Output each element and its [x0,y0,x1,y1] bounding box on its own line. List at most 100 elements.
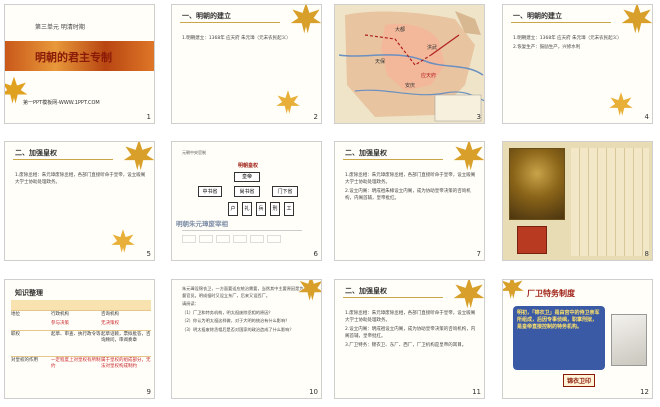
slide-thumbnail-9[interactable]: 知识整理 地位 行政机构 咨询机构 参与决策 无决策权 职权 起草、审查、执行政… [4,279,155,399]
slide-thumbnail-1[interactable]: 第三单元 明清时期 明朝的君主专制 第一PPT模板网-WWW.1PPT.COM … [4,4,155,124]
slide-title: 二、加强皇权 [345,149,387,157]
ministry-box: 尚书省 [234,186,260,197]
chart-caption: 明朝朱元璋废宰相 [176,220,228,228]
title-underline [343,297,443,298]
department-box: 礼 [242,202,252,216]
slide-number: 1 [146,113,151,121]
lower-chart [182,230,302,254]
slide-1-footer: 第一PPT模板网-WWW.1PPT.COM [23,100,100,106]
map-label: 大都 [395,26,405,33]
seal-image [611,314,647,366]
chart-title: 元朝中央官制 [182,150,206,155]
comparison-table: 地位 行政机构 咨询机构 参与决策 无决策权 职权 起草、审查、执行政令等 起草… [11,300,151,392]
slide-body: 1.废除丞相：朱元璋废除丞相，各部门直接听命于皇帝，设立殿阁大学士协助处理政务。… [345,172,476,204]
maple-leaf-icon [5,75,29,105]
maple-leaf-icon [275,89,301,115]
ministry-box: 门下省 [272,186,298,197]
body-line: （3）明太祖废除丞相后是否对国家的政治造成了什么影响？ [182,326,294,332]
maple-leaf-icon [289,5,321,35]
slide-number: 12 [640,388,649,396]
slide-body: 1.明朝建立：1368年 应天府 朱元璋（元末农民起义） 2.恢复生产：鼓励生产… [513,35,644,53]
body-line: 1.废除丞相：朱元璋废除丞相，各部门直接听命于皇帝，设立殿阁大学士协助处理政务。 [345,173,476,185]
slide-thumbnail-6[interactable]: 元朝中央官制 明朝皇权 皇帝 中书省 尚书省 门下省 户 礼 兵 刑 工 明朝朱… [171,141,322,261]
department-box: 刑 [270,202,280,216]
slide-title: 一、明朝的建立 [513,12,562,20]
maple-leaf-icon [620,5,652,35]
ming-title: 明朝皇权 [238,163,259,169]
title-underline [180,22,280,23]
info-box: 明初，「锦衣卫」是由宫中的侍卫亲军所组成，后因专事侦缉，职掌刑狱，是皇帝直接控制… [513,306,605,370]
slide-thumbnail-11[interactable]: 二、加强皇权 1.废除丞相：朱元璋废除丞相，各部门直接听命于皇帝，设立殿阁大学士… [334,279,485,399]
emperor-box: 皇帝 [234,172,260,182]
slide-number: 10 [309,388,318,396]
maple-leaf-icon [608,91,634,117]
maple-leaf-icon [452,142,484,172]
portrait-image [509,148,565,220]
maple-leaf-icon [297,280,321,302]
body-line: 1.废除丞相：朱元璋废除丞相，各部门直接听命于皇帝，设立殿阁大学士协助处理政务。 [15,173,146,185]
slide-1-title: 明朝的君主专制 [35,51,112,64]
map-label: 洪武 [427,44,437,51]
slide-number: 11 [472,388,481,396]
title-underline [343,159,443,160]
slide-number: 9 [146,388,151,396]
slide-number: 2 [313,113,318,121]
ming-map: 大都 洪武 天保 应天府 安庆 [335,5,484,123]
slide-thumbnail-8[interactable]: 8 [502,141,653,261]
table-row: 地位 行政机构 咨询机构 [11,310,151,320]
slide-body: 1.废除丞相：朱元璋废除丞相，各部门直接听命于皇帝，设立殿阁大学士协助处理政务。… [345,310,476,351]
maple-leaf-icon [122,142,154,172]
calligraphy-image [571,148,649,256]
seal-image [517,226,547,254]
slide-thumbnail-12[interactable]: 厂卫特务制度 明初，「锦衣卫」是由宫中的侍卫亲军所组成，后因专事侦缉，职掌刑狱，… [502,279,653,399]
slide-number: 6 [313,250,318,258]
slide-title: 一、明朝的建立 [182,12,231,20]
body-line: 3.厂卫特务：锦衣卫、东厂、西厂，厂卫机构是皇帝的耳目。 [345,343,467,348]
slide-body: 1.废除丞相：朱元璋废除丞相，各部门直接听命于皇帝，设立殿阁大学士协助处理政务。 [15,172,146,188]
map-label: 天保 [375,58,385,65]
body-line: 请阅读： [182,301,199,306]
slide-thumbnail-10[interactable]: 朱元璋设锦衣卫，一方面要适应统治需要，当然其中主要原因是为了监督官员。明成祖时又… [171,279,322,399]
slide-thumbnail-7[interactable]: 二、加强皇权 1.废除丞相：朱元璋废除丞相，各部门直接听命于皇帝，设立殿阁大学士… [334,141,485,261]
slide-number: 4 [644,113,649,121]
slide-body: 朱元璋设锦衣卫，一方面要适应统治需要，当然其中主要原因是为了监督官员。明成祖时又… [182,286,313,335]
table-row: 参与决策 无决策权 [51,321,119,326]
body-line: （1）厂卫和特务机构，明太祖废除丞相的原因？ [182,309,273,315]
map-label: 应天府 [421,72,436,79]
title-underline [511,22,611,23]
slide-thumbnail-4[interactable]: 一、明朝的建立 1.明朝建立：1368年 应天府 朱元璋（元末农民起义） 2.恢… [502,4,653,124]
table-row: 对皇权的作用 一定程度上对皇权有所制约 属于皇权的组成部分，无法对皇权构成制约 [11,356,151,384]
body-line: 1.明朝建立：1368年 应天府 朱元璋（元末农民起义） [513,36,622,41]
slide-title: 二、加强皇权 [15,149,57,157]
department-box: 工 [284,202,294,216]
map-label: 安庆 [405,82,415,89]
slide-number: 8 [644,250,649,258]
table-header [11,300,151,310]
body-line: 朱元璋设锦衣卫，一方面要适应统治需要，当然其中主要原因是为了监督官员。明成祖时又… [182,286,312,298]
department-box: 兵 [256,202,266,216]
department-box: 户 [228,202,238,216]
body-line: （2）你认为明太祖这样做，对于大明的统治有什么影响？ [182,318,290,323]
slide-number: 5 [146,250,151,258]
table-row: 职权 起草、审查、执行政令等 起草诏敕，票拟批答，咨询顾问，审阅奏章 [11,330,151,356]
slide-number: 3 [476,113,481,121]
slide-title: 厂卫特务制度 [527,289,575,298]
info-box-text: 明初，「锦衣卫」是由宫中的侍卫亲军所组成，后因专事侦缉，职掌刑狱，是皇帝直接控制… [517,310,600,330]
slide-number: 7 [476,250,481,258]
slide-thumbnail-2[interactable]: 一、明朝的建立 1.明朝建立：1368年 应天府 朱元璋（元末农民起义） 2 [171,4,322,124]
body-line: 2.设立内阁：明成祖设立内阁，成为协助皇帝决策的咨询机构，内阁首辅，皇帝批红。 [345,327,476,339]
slide-thumbnail-5[interactable]: 二、加强皇权 1.废除丞相：朱元璋废除丞相，各部门直接听命于皇帝，设立殿阁大学士… [4,141,155,261]
maple-leaf-icon [503,280,525,300]
maple-leaf-icon [452,280,484,310]
body-line: 2.设立内阁：明成祖朱棣设立内阁，成为协助皇帝决策的咨询机构，内阁首辅，皇帝批红… [345,189,471,201]
slide-body: 1.明朝建立：1368年 应天府 朱元璋（元末农民起义） [182,35,313,44]
slide-thumbnail-3[interactable]: 大都 洪武 天保 应天府 安庆 3 [334,4,485,124]
ministry-box: 中书省 [198,186,222,197]
body-line: 1.废除丞相：朱元璋废除丞相，各部门直接听命于皇帝，设立殿阁大学士协助处理政务。 [345,311,476,323]
slide-title: 知识整理 [15,289,43,297]
slide-title: 二、加强皇权 [345,287,387,295]
title-underline [13,159,113,160]
maple-leaf-icon [110,228,136,254]
body-line: 2.恢复生产：鼓励生产，兴修水利 [513,45,581,50]
stamp-label: 锦衣卫印 [563,374,596,387]
